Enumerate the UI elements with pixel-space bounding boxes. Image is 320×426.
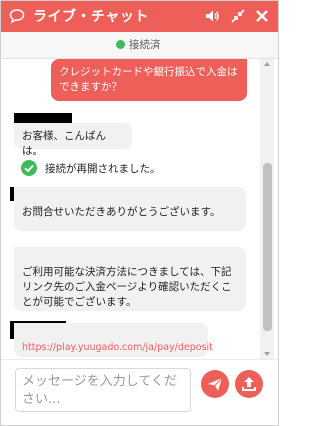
message-composer [1,359,278,425]
deposit-link[interactable]: https://play.yuugado.com/ja/pay/deposit [22,342,213,353]
connection-status: 接続済 [1,32,278,59]
status-text: 接続済 [129,39,161,51]
upload-icon [242,377,256,391]
agent-message: ご利用可能な決済方法につきましては、下記リンク先のご入金ページより確認いただくこ… [14,247,246,311]
close-icon[interactable] [254,8,270,24]
upload-button[interactable] [235,370,263,398]
chat-title: ライブ・チャット [33,9,149,25]
chat-header: ライブ・チャット [1,1,278,32]
agent-message: https://play.yuugado.com/ja/pay/deposit [14,323,213,357]
chat-bubble-icon [9,9,25,24]
send-button[interactable] [201,370,229,398]
agent-message-text: お問合せいただきありがとうございます。 [22,206,221,218]
scroll-up-icon[interactable] [264,62,270,66]
agent-message: お問合せいただきありがとうございます。 [14,187,246,231]
message-input[interactable] [15,368,191,412]
minimize-icon[interactable] [230,8,246,24]
live-chat-widget: ライブ・チャット 接続済 クレジットカードや銀行振込で入金はできますか？ お客様… [0,0,279,426]
scroll-thumb[interactable] [263,163,272,331]
check-circle-icon [21,160,37,176]
user-message: クレジットカードや銀行振込で入金はできますか？ [51,59,247,101]
reconnected-notice: 接続が再開されました。 [19,159,259,179]
agent-message: お客様、こんばんは。 [14,123,132,157]
agent-message-text: お客様、こんばんは。 [22,130,106,157]
volume-icon[interactable] [204,8,220,24]
scrollbar[interactable] [260,59,274,359]
online-indicator [116,40,125,49]
send-icon [208,377,223,391]
scroll-down-icon[interactable] [264,352,270,356]
reconnected-text: 接続が再開されました。 [45,163,161,175]
message-list[interactable]: クレジットカードや銀行振込で入金はできますか？ お客様、こんばんは。 接続が再開… [1,59,260,359]
agent-message-text: ご利用可能な決済方法につきましては、下記リンク先のご入金ページより確認いただくこ… [22,266,232,308]
